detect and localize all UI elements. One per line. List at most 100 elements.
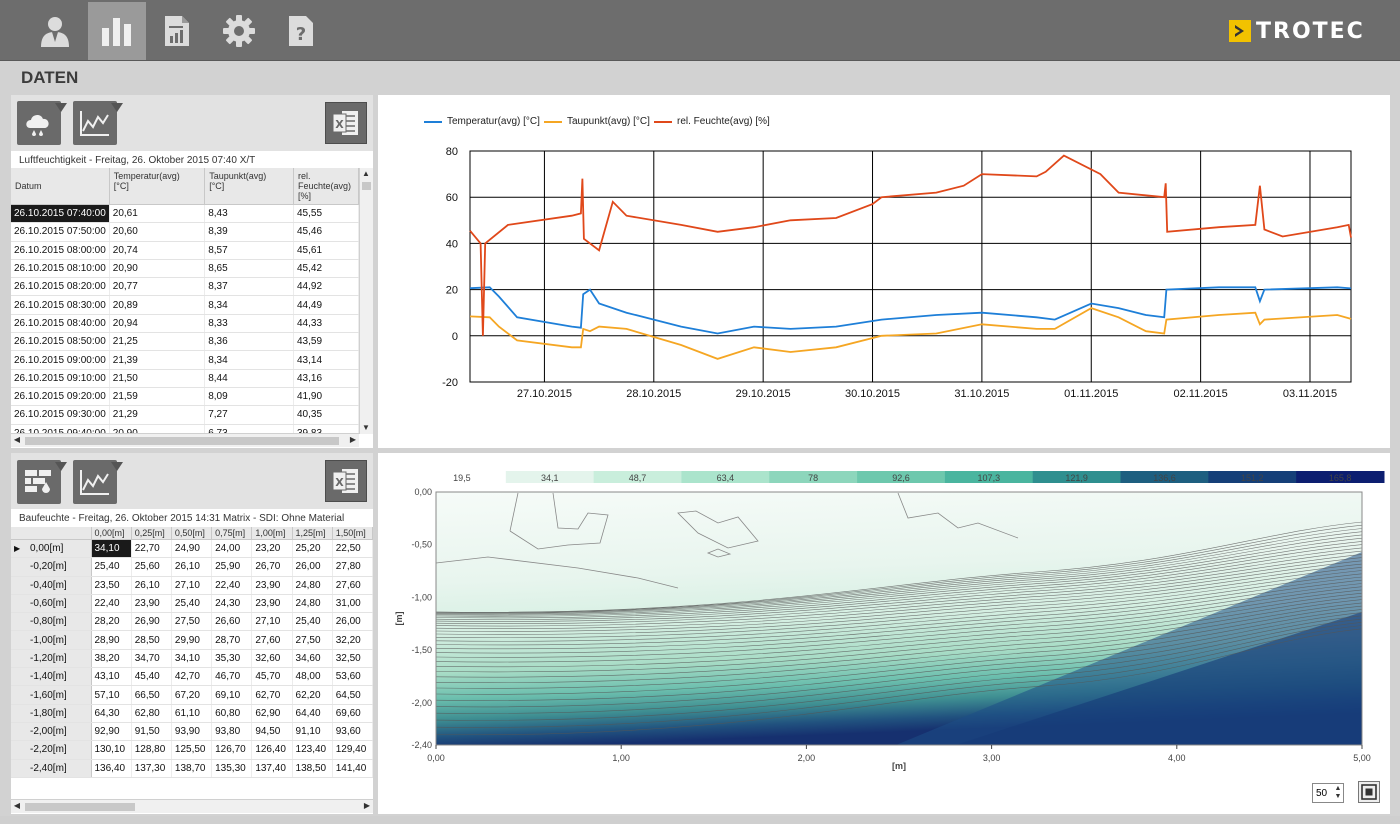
scroll-thumb[interactable]	[25, 803, 135, 811]
table-cell[interactable]: 21,25	[109, 332, 206, 352]
column-header[interactable]: 0,50[m]	[171, 527, 213, 540]
table-cell[interactable]: 26.10.2015 08:10:00	[11, 259, 110, 279]
table-cell[interactable]: 8,65	[204, 259, 294, 279]
row-header[interactable]: -0,60[m]	[11, 594, 92, 614]
excel-export-button[interactable]: X	[325, 460, 367, 502]
table-cell[interactable]: 34,70	[131, 649, 172, 669]
table-cell[interactable]: 20,61	[109, 204, 206, 224]
table-cell[interactable]: 26.10.2015 08:50:00	[11, 332, 110, 352]
table-cell[interactable]: 26.10.2015 09:30:00	[11, 405, 110, 425]
row-header[interactable]: -1,00[m]	[11, 630, 92, 650]
chart-type-button[interactable]	[73, 460, 123, 504]
table-cell[interactable]: 8,39	[204, 222, 294, 242]
table-cell[interactable]: 94,50	[251, 722, 293, 742]
table-cell[interactable]: 129,40	[332, 740, 373, 760]
table-row[interactable]: 26.10.2015 08:00:00 20,74 8,57 45,61	[11, 241, 359, 260]
table-cell[interactable]: 20,74	[109, 241, 206, 260]
table-cell[interactable]: 7,27	[204, 405, 294, 425]
tab-settings[interactable]	[210, 2, 268, 60]
table-cell[interactable]: 26.10.2015 09:00:00	[11, 350, 110, 370]
scroll-up-icon[interactable]: ▲	[360, 168, 372, 180]
table-cell[interactable]: 22,40	[91, 594, 132, 614]
table-cell[interactable]: 137,40	[251, 759, 293, 778]
table-cell[interactable]: 20,90	[109, 424, 206, 433]
row-header[interactable]: -1,60[m]	[11, 685, 92, 705]
table-cell[interactable]: 138,50	[292, 759, 333, 778]
row-header[interactable]: -1,20[m]	[11, 649, 92, 669]
table-cell[interactable]: 26.10.2015 09:20:00	[11, 387, 110, 407]
column-header[interactable]: 0,75[m]	[211, 527, 253, 540]
table-cell[interactable]: 137,30	[131, 759, 172, 778]
table-cell[interactable]: 6,73	[204, 424, 294, 433]
table-cell[interactable]: 43,14	[293, 350, 359, 370]
table-cell[interactable]: 69,10	[211, 685, 253, 705]
table-cell[interactable]: 27,10	[171, 576, 213, 595]
table-cell[interactable]: 20,89	[109, 295, 206, 315]
table-cell[interactable]: 8,33	[204, 314, 294, 334]
table-cell[interactable]: 20,60	[109, 222, 206, 242]
table-cell[interactable]: 24,00	[211, 539, 253, 559]
table-cell[interactable]: 20,94	[109, 314, 206, 334]
table-row[interactable]: -1,40[m] 43,10 45,40 42,70 46,70 45,70 48,00 53…	[11, 667, 373, 687]
table-cell[interactable]: 21,50	[109, 369, 206, 388]
table-cell[interactable]: 8,34	[204, 350, 294, 370]
table-cell[interactable]: 27,10	[251, 612, 293, 632]
table-cell[interactable]: 130,10	[91, 740, 132, 760]
table-row[interactable]: 26.10.2015 08:50:00 21,25 8,36 43,59	[11, 332, 359, 352]
table-cell[interactable]: 25,90	[211, 557, 253, 577]
table-cell[interactable]: 26.10.2015 08:40:00	[11, 314, 110, 334]
table-cell[interactable]: 26,70	[251, 557, 293, 577]
table-cell[interactable]: 66,50	[131, 685, 172, 705]
table-cell[interactable]: 45,46	[293, 222, 359, 242]
table-cell[interactable]: 62,80	[131, 704, 172, 723]
table-cell[interactable]: 8,43	[204, 204, 294, 224]
table-cell[interactable]: 8,57	[204, 241, 294, 260]
column-header-datum[interactable]: Datum	[11, 168, 110, 205]
column-header[interactable]: 1,50[m]	[332, 527, 373, 540]
table-row[interactable]: -2,20[m] 130,10 128,80 125,50 126,70 126,40 12…	[11, 740, 373, 760]
table-cell[interactable]: 28,20	[91, 612, 132, 632]
table-row[interactable]: -1,00[m] 28,90 28,50 29,90 28,70 27,60 27,50 32…	[11, 630, 373, 650]
table-row[interactable]: -1,20[m] 38,20 34,70 34,10 35,30 32,60 34,60 32…	[11, 649, 373, 669]
tab-report[interactable]	[148, 2, 206, 60]
fit-view-button[interactable]	[1358, 781, 1380, 803]
scroll-right-icon[interactable]: ▶	[347, 434, 359, 446]
table-row[interactable]: 26.10.2015 07:50:00 20,60 8,39 45,46	[11, 222, 359, 242]
table-cell[interactable]: 32,50	[332, 649, 373, 669]
table-cell[interactable]: 43,59	[293, 332, 359, 352]
table-cell[interactable]: 8,36	[204, 332, 294, 352]
table-cell[interactable]: 26,00	[292, 557, 333, 577]
row-header[interactable]: -2,40[m]	[11, 759, 92, 778]
table-row[interactable]: 26.10.2015 09:20:00 21,59 8,09 41,90	[11, 387, 359, 407]
table-cell[interactable]: 29,90	[171, 630, 213, 650]
table-cell[interactable]: 93,90	[171, 722, 213, 742]
table-cell[interactable]: 64,30	[91, 704, 132, 723]
table-cell[interactable]: 21,29	[109, 405, 206, 425]
scroll-thumb[interactable]	[25, 437, 339, 445]
table-cell[interactable]: 45,42	[293, 259, 359, 279]
table-cell[interactable]: 26,00	[332, 612, 373, 632]
table-row[interactable]: 26.10.2015 08:40:00 20,94 8,33 44,33	[11, 314, 359, 334]
table-cell[interactable]: 62,70	[251, 685, 293, 705]
table-cell[interactable]: 26.10.2015 08:20:00	[11, 277, 110, 297]
table-cell[interactable]: 45,55	[293, 204, 359, 224]
table-cell[interactable]: 26,90	[131, 612, 172, 632]
contour-chart[interactable]: 19,5 34,1 48,7 63,4 78 92,6 107,3 121,9 136,6 151…	[378, 453, 1390, 814]
column-header-temperature[interactable]: Temperatur(avg) [°C]	[109, 168, 206, 205]
table-cell[interactable]: 35,30	[211, 649, 253, 669]
contour-level-stepper[interactable]: 50 ▲ ▼	[1312, 783, 1344, 803]
climate-sensor-button[interactable]	[17, 101, 67, 145]
table-cell[interactable]: 27,60	[332, 576, 373, 595]
table-cell[interactable]: 23,20	[251, 539, 293, 559]
table-row[interactable]: 26.10.2015 09:30:00 21,29 7,27 40,35	[11, 405, 359, 425]
table-cell[interactable]: 40,35	[293, 405, 359, 425]
table-cell[interactable]: 126,40	[251, 740, 293, 760]
table-cell[interactable]: 22,40	[211, 576, 253, 595]
table-cell[interactable]: 8,44	[204, 369, 294, 388]
table-cell[interactable]: 25,20	[292, 539, 333, 559]
table-row[interactable]: -0,80[m] 28,20 26,90 27,50 26,60 27,10 25,40 26…	[11, 612, 373, 632]
table-cell[interactable]: 39,83	[293, 424, 359, 433]
table-cell[interactable]: 48,00	[292, 667, 333, 687]
table-cell[interactable]: 60,80	[211, 704, 253, 723]
table-cell[interactable]: 25,40	[292, 612, 333, 632]
